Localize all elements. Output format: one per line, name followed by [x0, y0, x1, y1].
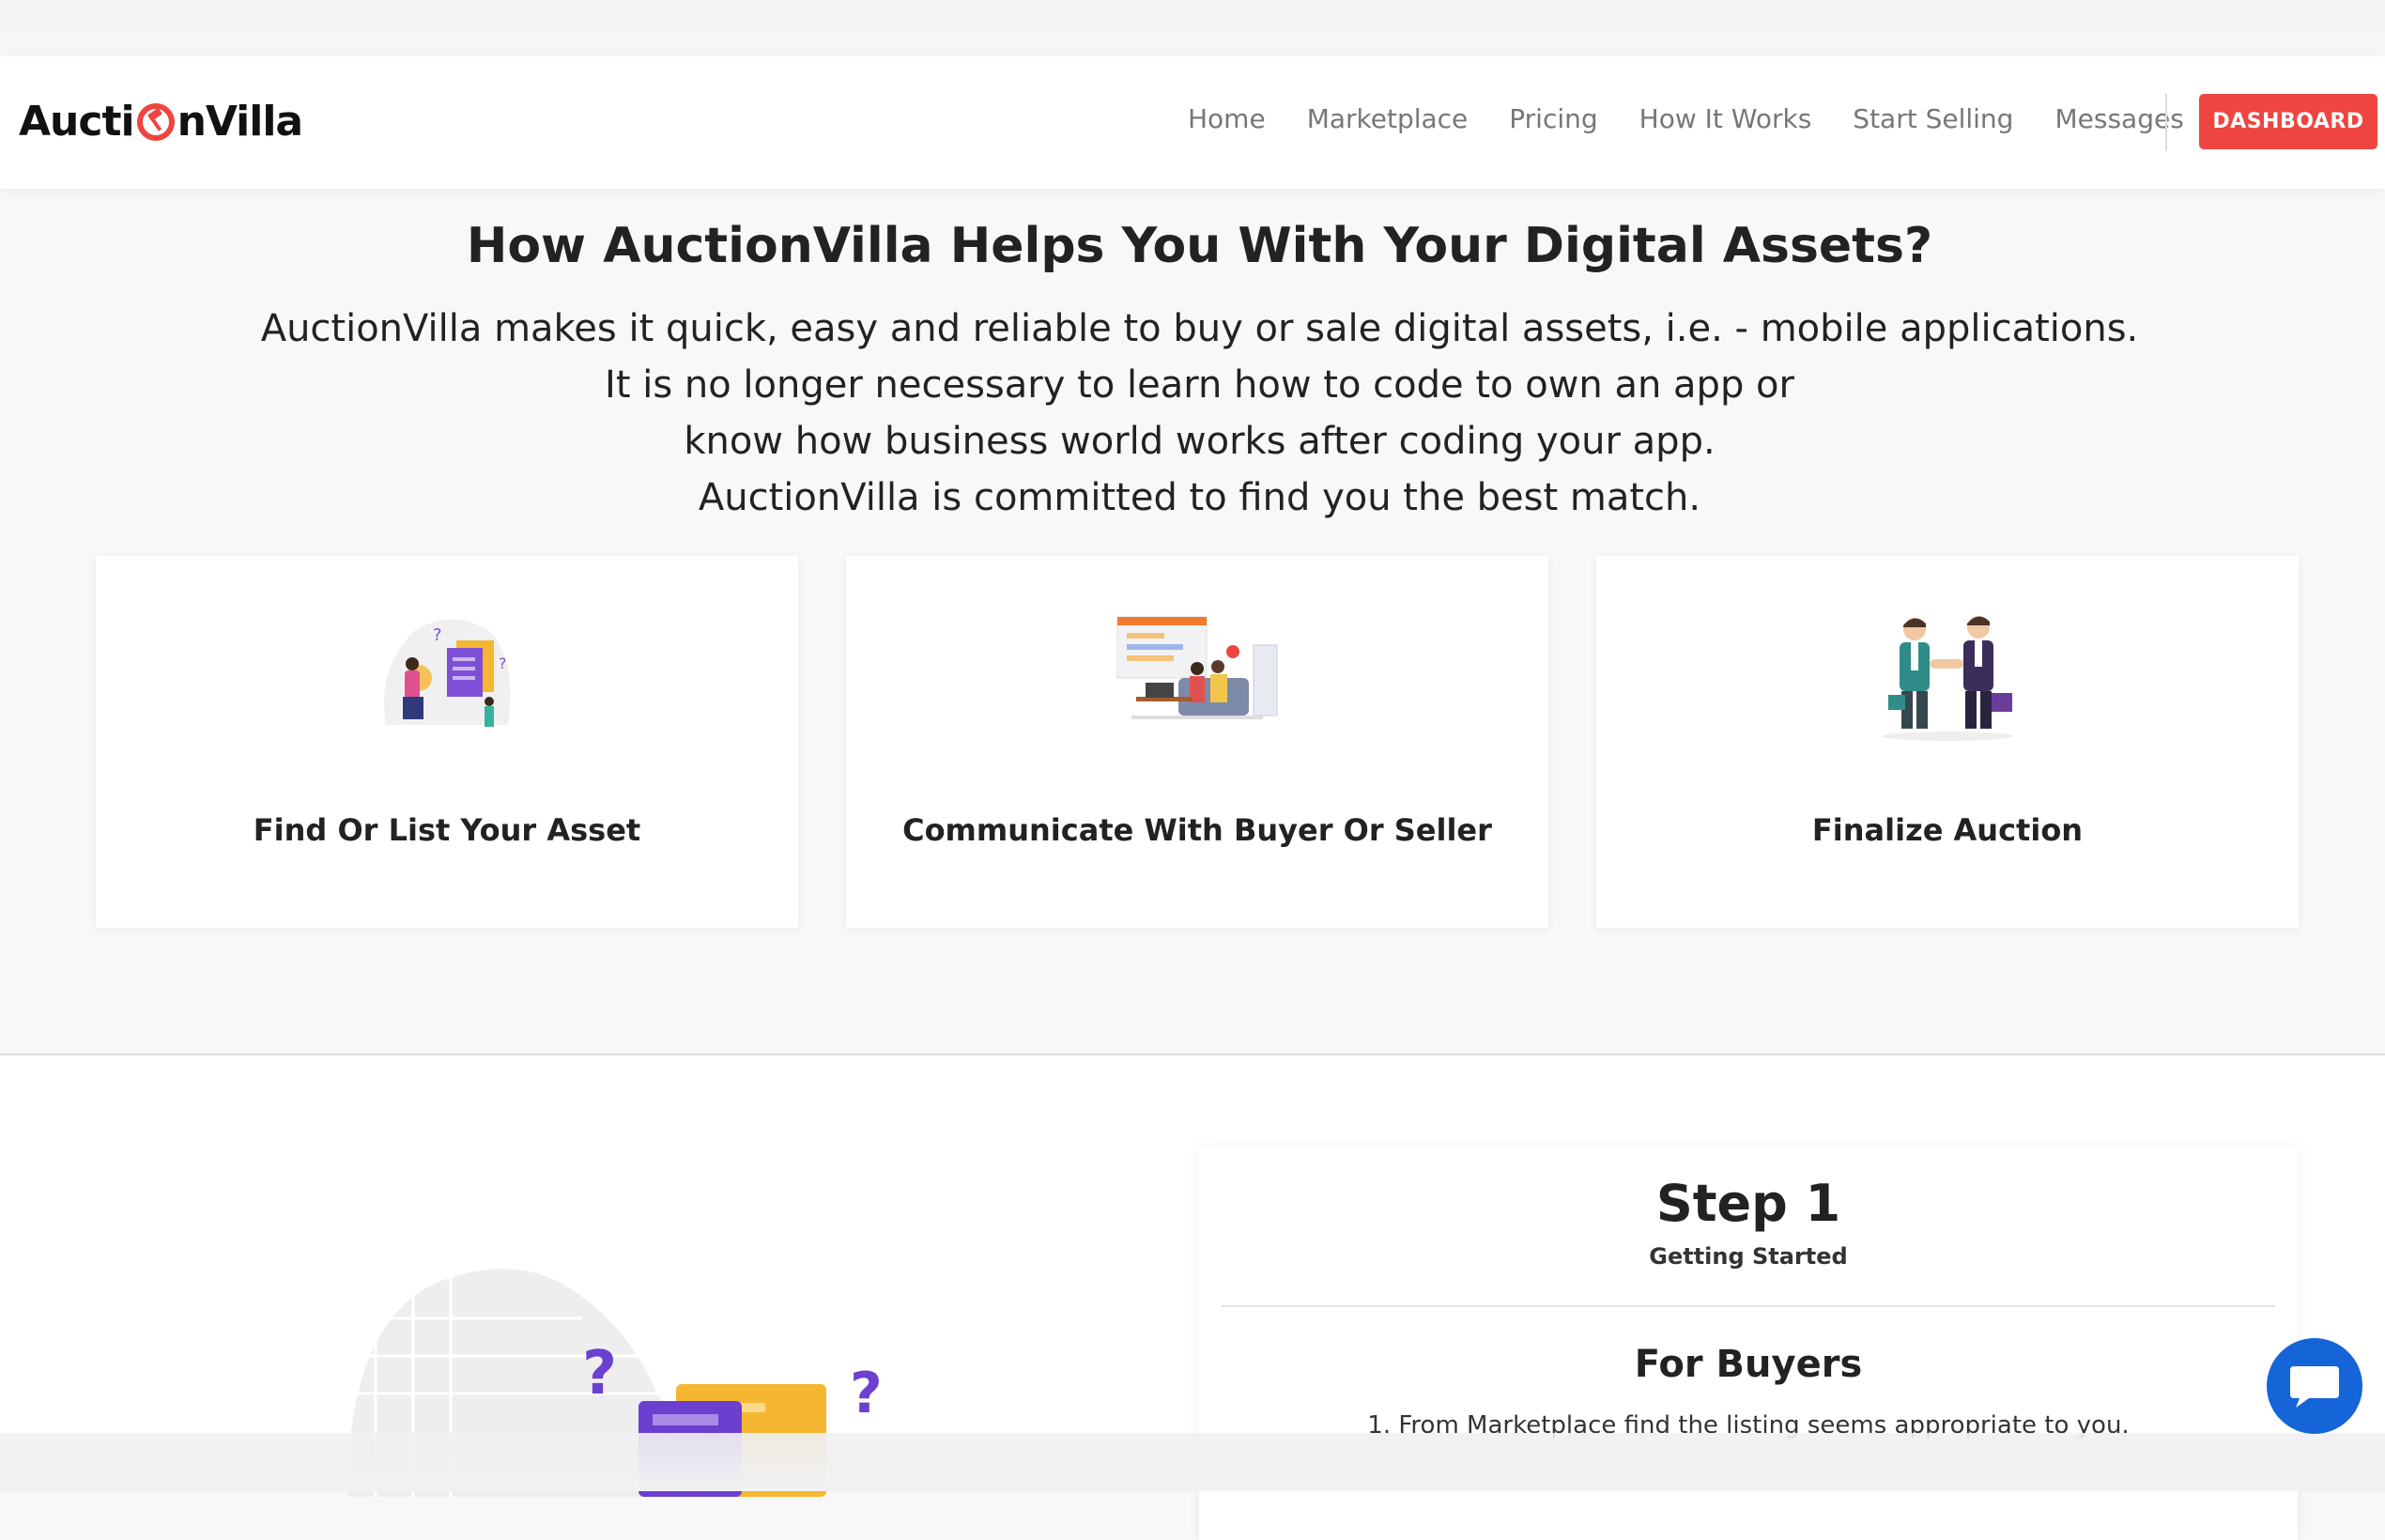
handshake-illustration-icon [1882, 616, 2013, 741]
nav-separator [2165, 94, 2167, 150]
intro-line: It is no longer necessary to learn how t… [605, 363, 1794, 407]
chat-bubble-icon [2290, 1366, 2339, 1408]
feature-card-finalize[interactable]: Finalize Auction [1596, 556, 2299, 928]
chat-button[interactable] [2267, 1338, 2362, 1434]
svg-text:?: ? [850, 1361, 883, 1426]
nav-home[interactable]: Home [1188, 103, 1266, 134]
top-fade [0, 0, 2385, 56]
card-title: Finalize Auction [1811, 812, 2084, 848]
logo[interactable]: Aucti nVilla [19, 98, 304, 146]
intro-line: AuctionVilla makes it quick, easy and re… [260, 307, 2139, 350]
nav-links: Home Marketplace Pricing How It Works St… [1188, 103, 2184, 134]
svg-text:?: ? [499, 654, 507, 672]
card-title: Communicate With Buyer Or Seller [902, 812, 1492, 848]
bottom-fade [0, 1433, 2385, 1491]
feature-card-find[interactable]: ? ? Find Or List Your Asset [96, 556, 798, 928]
nav-pricing[interactable]: Pricing [1509, 103, 1597, 134]
step-subtitle: Getting Started [1649, 1243, 1848, 1270]
feature-card-communicate[interactable]: Communicate With Buyer Or Seller [846, 556, 1548, 928]
card-title: Find Or List Your Asset [253, 812, 641, 848]
nav-how-it-works[interactable]: How It Works [1639, 103, 1812, 134]
for-buyers-heading: For Buyers [1634, 1343, 1863, 1386]
dashboard-button[interactable]: DASHBOARD [2199, 94, 2377, 149]
step-title: Step 1 [1655, 1174, 1841, 1233]
step-divider [1222, 1305, 2275, 1307]
intro-line: know how business world works after codi… [684, 420, 1716, 463]
page-heading: How AuctionVilla Helps You With Your Dig… [466, 218, 1933, 274]
svg-text:?: ? [582, 1339, 617, 1409]
chat-meeting-illustration-icon [1116, 616, 1278, 719]
navbar: Aucti nVilla Home Marketplace Pricing Ho… [0, 56, 2385, 189]
search-documents-illustration-icon: ? ? [384, 619, 511, 727]
nav-start-selling[interactable]: Start Selling [1853, 103, 2013, 134]
intro-line: AuctionVilla is committed to find you th… [698, 476, 1701, 519]
intro-text: AuctionVilla makes it quick, easy and re… [0, 300, 2385, 526]
logo-text-end: nVilla [177, 98, 304, 146]
nav-marketplace[interactable]: Marketplace [1307, 103, 1469, 134]
svg-text:?: ? [433, 625, 442, 645]
logo-text-start: Aucti [19, 98, 135, 146]
gavel-logo-icon [136, 102, 175, 141]
steps-section: ? ? Step 1 Getting Started For Buyers 1.… [0, 1055, 2385, 1540]
